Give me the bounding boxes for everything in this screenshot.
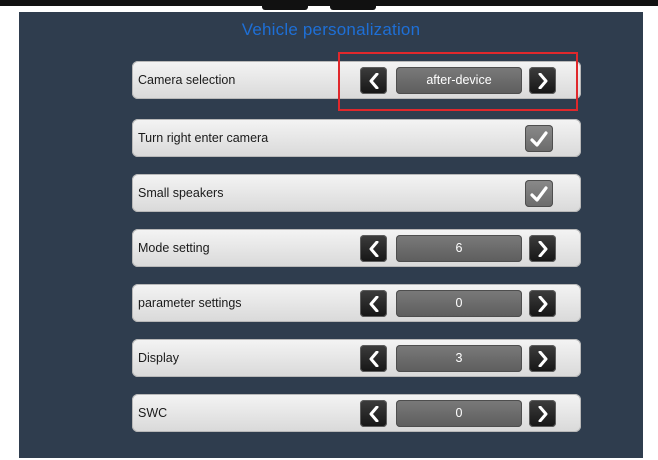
- setting-row-display: Display 3: [132, 339, 581, 377]
- setting-label: Camera selection: [138, 73, 236, 87]
- chevron-right-icon: [538, 405, 547, 422]
- setting-label: SWC: [138, 406, 168, 420]
- checkmark-icon: [530, 185, 548, 202]
- bezel-tab-left: [262, 0, 308, 10]
- camera-selection-stepper: after-device: [360, 67, 556, 94]
- display-value: 3: [396, 345, 522, 372]
- bezel-tab-right: [330, 0, 376, 10]
- setting-row-mode-setting: Mode setting 6: [132, 229, 581, 267]
- small-speakers-checkbox[interactable]: [525, 180, 553, 207]
- setting-label: parameter settings: [138, 296, 242, 310]
- setting-label: Display: [138, 351, 179, 365]
- setting-row-camera-selection: Camera selection after-device: [132, 61, 581, 99]
- camera-selection-value: after-device: [396, 67, 522, 94]
- chevron-left-icon: [369, 350, 378, 367]
- chevron-left-icon: [369, 240, 378, 257]
- camera-selection-next-button[interactable]: [529, 67, 556, 94]
- page-title: Vehicle personalization: [241, 20, 421, 39]
- checkmark-icon: [530, 130, 548, 147]
- parameter-settings-value: 0: [396, 290, 522, 317]
- bezel-strip: [0, 0, 658, 6]
- mode-setting-previous-button[interactable]: [360, 235, 387, 262]
- swc-next-button[interactable]: [529, 400, 556, 427]
- display-previous-button[interactable]: [360, 345, 387, 372]
- settings-screen: Vehicle personalization Camera selection…: [19, 12, 643, 458]
- mode-setting-value: 6: [396, 235, 522, 262]
- chevron-right-icon: [538, 240, 547, 257]
- display-stepper: 3: [360, 345, 556, 372]
- parameter-settings-stepper: 0: [360, 290, 556, 317]
- setting-row-parameter-settings: parameter settings 0: [132, 284, 581, 322]
- swc-value: 0: [396, 400, 522, 427]
- setting-label: Turn right enter camera: [138, 131, 269, 145]
- mode-setting-stepper: 6: [360, 235, 556, 262]
- setting-label: Small speakers: [138, 186, 224, 200]
- swc-previous-button[interactable]: [360, 400, 387, 427]
- setting-row-turn-right-enter-camera: Turn right enter camera: [132, 119, 581, 157]
- parameter-settings-next-button[interactable]: [529, 290, 556, 317]
- device-bezel-top: [0, 0, 658, 10]
- chevron-left-icon: [369, 295, 378, 312]
- parameter-settings-previous-button[interactable]: [360, 290, 387, 317]
- camera-selection-previous-button[interactable]: [360, 67, 387, 94]
- chevron-left-icon: [369, 72, 378, 89]
- mode-setting-next-button[interactable]: [529, 235, 556, 262]
- display-next-button[interactable]: [529, 345, 556, 372]
- chevron-right-icon: [538, 72, 547, 89]
- turn-right-enter-camera-checkbox[interactable]: [525, 125, 553, 152]
- setting-row-swc: SWC 0: [132, 394, 581, 432]
- swc-stepper: 0: [360, 400, 556, 427]
- setting-row-small-speakers: Small speakers: [132, 174, 581, 212]
- chevron-right-icon: [538, 295, 547, 312]
- chevron-left-icon: [369, 405, 378, 422]
- setting-label: Mode setting: [138, 241, 210, 255]
- chevron-right-icon: [538, 350, 547, 367]
